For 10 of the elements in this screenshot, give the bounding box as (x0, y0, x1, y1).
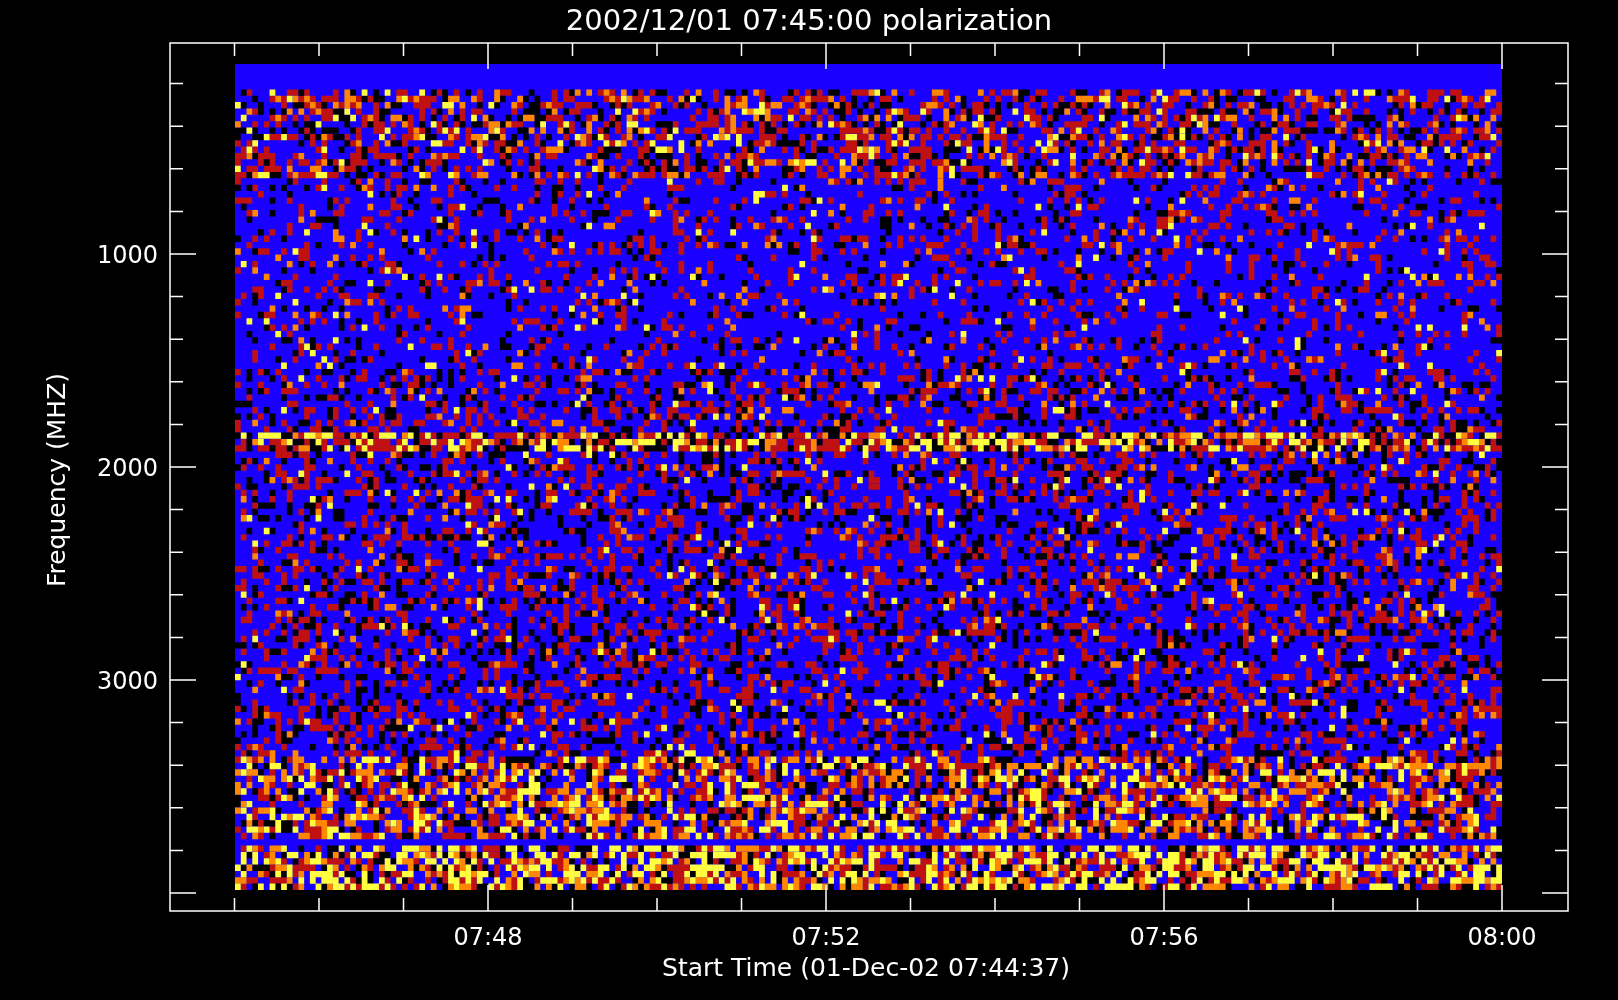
y-tick-label: 2000 (96, 454, 158, 482)
x-tick-label: 07:56 (1129, 923, 1199, 951)
y-tick-label: 1000 (96, 241, 158, 269)
x-tick-label: 07:52 (791, 923, 861, 951)
chart-title: 2002/12/01 07:45:00 polarization (565, 3, 1053, 37)
x-tick-label: 07:48 (453, 923, 523, 951)
y-axis-label: Frequency (MHZ) (42, 372, 71, 588)
x-axis-label: Start Time (01-Dec-02 07:44:37) (662, 953, 1070, 982)
y-tick-label: 3000 (96, 667, 158, 695)
x-tick-label: 08:00 (1467, 923, 1537, 951)
